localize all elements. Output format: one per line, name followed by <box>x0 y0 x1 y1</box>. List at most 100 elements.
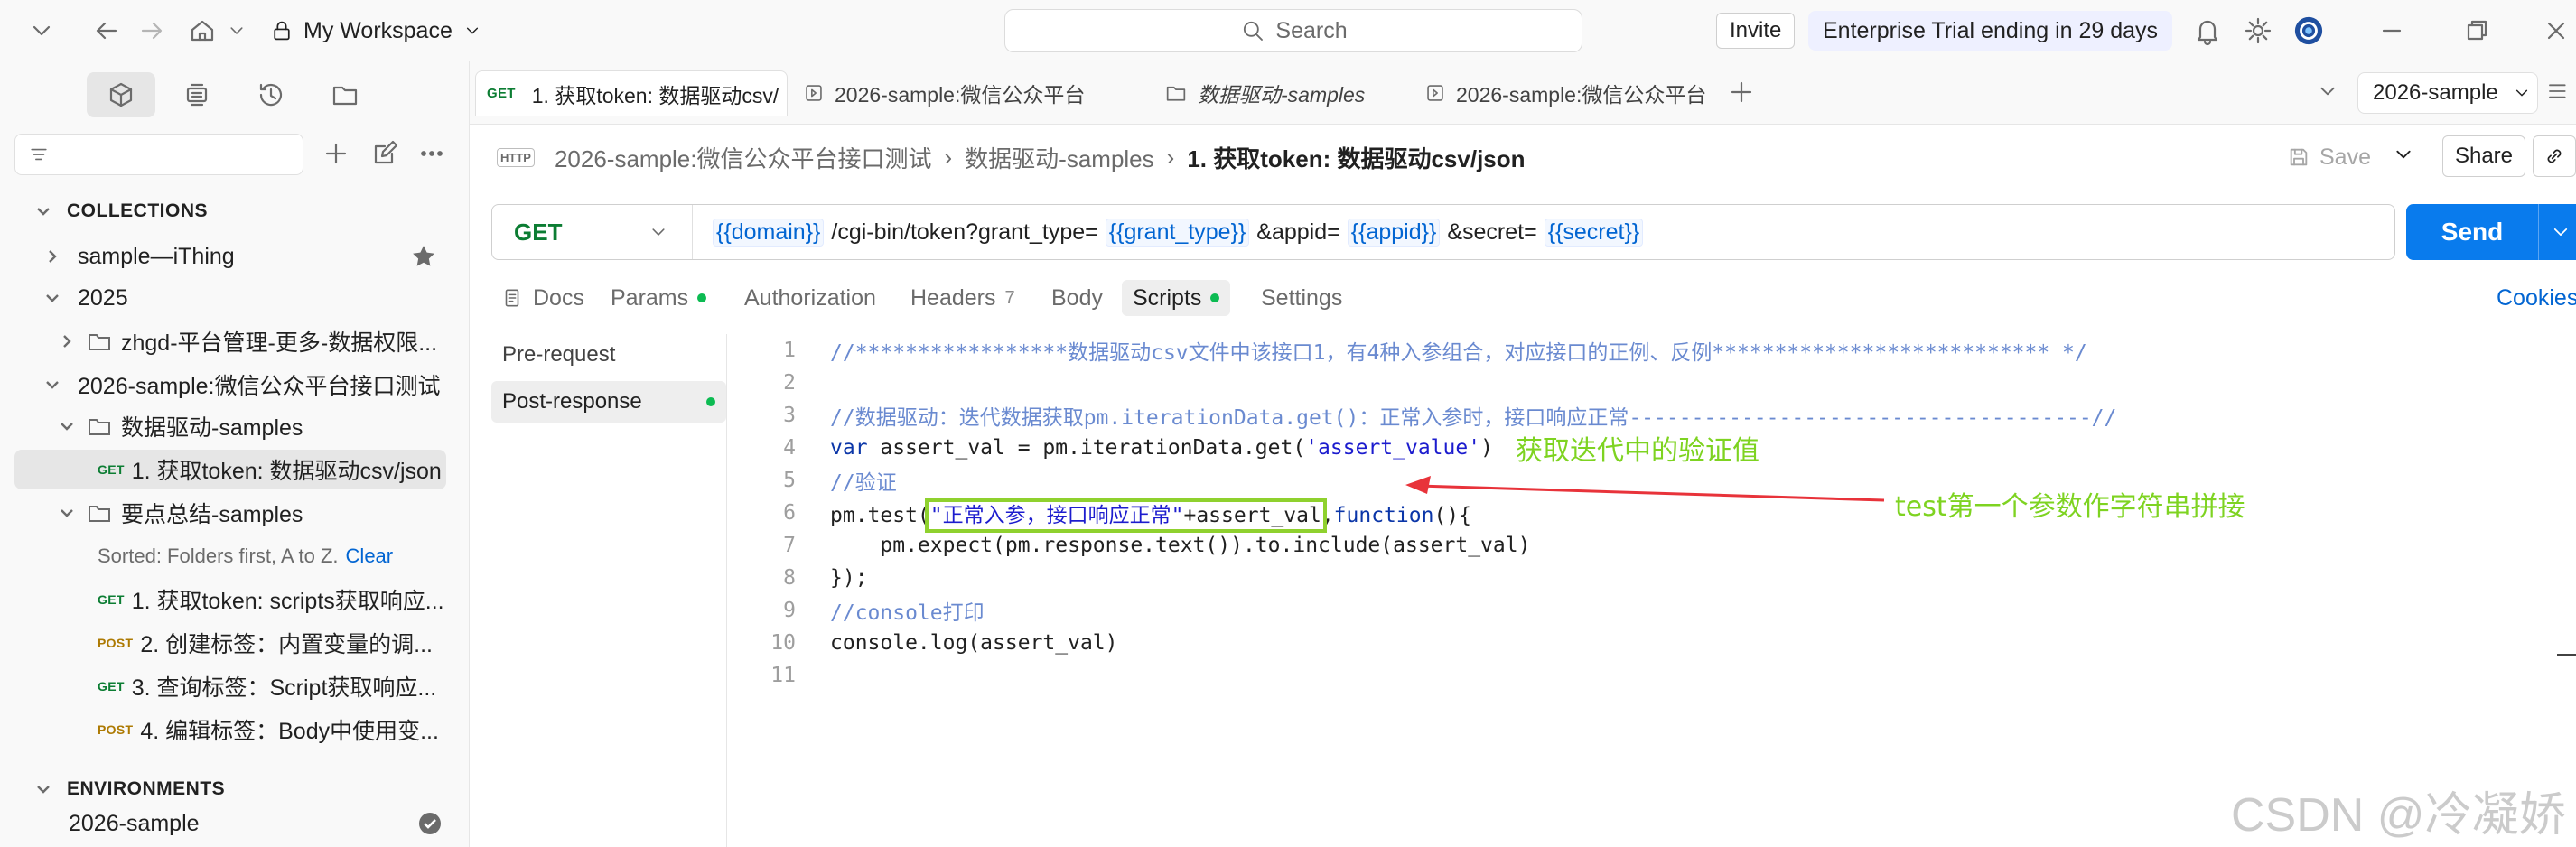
environment-quick-look-icon[interactable] <box>2545 78 2572 105</box>
save-button[interactable]: Save <box>2285 139 2371 175</box>
send-button[interactable]: Send <box>2406 204 2576 260</box>
script-editor[interactable]: 1 //*****************数据驱动csv文件中该接口1，有4种入… <box>726 334 2576 847</box>
url-path: /cgi-bin/token?grant_type= <box>831 219 1098 245</box>
tab-headers-label: Headers <box>910 284 996 311</box>
sidebar-tab-environments[interactable] <box>163 72 231 117</box>
tab-scripts[interactable]: Scripts <box>1122 280 1231 316</box>
tree-item-label: 1. 获取token: 数据驱动csv/json <box>131 459 442 484</box>
sidebar-tab-history[interactable] <box>237 72 305 117</box>
more-options-icon[interactable] <box>415 137 448 170</box>
breadcrumb-collection[interactable]: 2026-sample:微信公众平台接口测试 <box>555 141 932 174</box>
tab-collection-2026[interactable]: 2026-sample:微信公众平台 <box>791 70 1104 116</box>
page-title[interactable]: 1. 获取token: 数据驱动csv/json <box>1187 141 1525 174</box>
tree-item-create-tag[interactable]: POST 2. 创建标签：内置变量的调... <box>14 623 446 663</box>
url-var-appid[interactable]: {{appid}} <box>1347 218 1441 247</box>
tab-headers[interactable]: Headers 7 <box>910 280 1015 316</box>
new-tab-plus-icon[interactable] <box>1725 76 1758 108</box>
copy-link-button[interactable] <box>2533 135 2576 177</box>
home-icon[interactable] <box>184 13 220 49</box>
forward-arrow-icon[interactable] <box>134 13 170 49</box>
star-icon[interactable] <box>410 243 437 270</box>
tab-params-label: Params <box>611 284 689 311</box>
global-search[interactable]: Search <box>1004 9 1582 52</box>
restore-icon[interactable] <box>2459 13 2495 49</box>
method-badge: POST <box>98 722 134 737</box>
clear-sort-link[interactable]: Clear <box>346 544 394 567</box>
invite-button[interactable]: Invite <box>1716 13 1796 49</box>
tab-authorization[interactable]: Authorization <box>744 280 876 316</box>
close-icon[interactable] <box>2538 13 2574 49</box>
tab-settings-label: Settings <box>1261 284 1343 311</box>
tree-item-get-token-scripts[interactable]: GET 1. 获取token: scripts获取响应... <box>14 580 446 619</box>
tree-item-zhgd[interactable]: zhgd-平台管理-更多-数据权限... <box>14 321 446 361</box>
search-icon <box>1244 21 1264 41</box>
sidebar-tab-collections[interactable] <box>87 72 155 117</box>
workspace-switcher[interactable]: My Workspace <box>269 13 483 49</box>
tree-item-summary-samples[interactable]: 要点总结-samples <box>14 493 446 533</box>
post-response-tab[interactable]: Post-response <box>491 381 726 423</box>
tree-item-edit-tag[interactable]: POST 4. 编辑标签：Body中使用变... <box>14 710 446 749</box>
tab-collection-2026-second[interactable]: 2026-sample:微信公众平台 <box>1413 70 1725 116</box>
breadcrumb-folder[interactable]: 数据驱动-samples <box>965 141 1153 174</box>
pre-request-tab[interactable]: Pre-request <box>491 334 726 376</box>
minimize-icon[interactable] <box>2374 13 2410 49</box>
tab-get-token-csv[interactable]: GET 1. 获取token: 数据驱动csv/ <box>475 70 788 116</box>
send-split-divider <box>2538 204 2539 260</box>
tree-item-data-driven-samples[interactable]: 数据驱动-samples <box>14 406 446 446</box>
edit-icon[interactable] <box>369 137 401 170</box>
home-chevron-icon[interactable] <box>219 13 255 49</box>
tab-folder-data-driven[interactable]: 数据驱动-samples <box>1153 70 1423 116</box>
bell-icon[interactable] <box>2189 13 2226 49</box>
tab-settings[interactable]: Settings <box>1261 280 1342 316</box>
gear-icon[interactable] <box>2240 13 2276 49</box>
code-text: assert_val = pm.iterationData.get( <box>867 436 1306 460</box>
tab-params[interactable]: Params <box>611 280 707 316</box>
code-text: +assert_val <box>1183 504 1321 527</box>
tree-item-get-token-csv-json[interactable]: GET 1. 获取token: 数据驱动csv/json <box>14 450 446 489</box>
method-select[interactable]: GET <box>492 205 693 259</box>
send-options-chevron-icon[interactable] <box>2548 219 2573 245</box>
url-input[interactable]: {{domain}} /cgi-bin/token?grant_type= {{… <box>693 218 1644 247</box>
add-icon[interactable] <box>320 137 352 170</box>
environment-selector[interactable]: 2026-sample <box>2357 72 2538 114</box>
cookies-link[interactable]: Cookies <box>2497 280 2576 316</box>
sidebar-tab-files[interactable] <box>311 72 379 117</box>
filter-input[interactable] <box>14 134 303 175</box>
save-options-chevron-icon[interactable] <box>2390 141 2417 168</box>
avatar[interactable] <box>2291 13 2327 49</box>
share-button[interactable]: Share <box>2442 135 2525 177</box>
tab-docs[interactable]: Docs <box>500 280 584 316</box>
save-icon <box>2290 148 2308 166</box>
back-arrow-icon[interactable] <box>89 13 125 49</box>
tree-item-2026-sample[interactable]: 2026-sample:微信公众平台接口测试 <box>14 365 446 405</box>
docs-icon <box>505 289 519 307</box>
environments-header[interactable]: ENVIRONMENTS <box>33 778 225 800</box>
collections-header[interactable]: COLLECTIONS <box>33 200 208 222</box>
headers-count: 7 <box>1004 287 1015 308</box>
app-menu-chevron-icon[interactable] <box>23 13 60 49</box>
code-text: pm.expect(pm.response.text()).to.include… <box>830 534 1531 557</box>
method-badge: GET <box>98 592 125 607</box>
folder-icon <box>89 419 110 435</box>
code-keyword: var <box>830 436 868 460</box>
tree-item-2025[interactable]: 2025 <box>14 278 446 318</box>
sorted-text: Sorted: Folders first, A to Z. <box>98 544 339 567</box>
trial-banner[interactable]: Enterprise Trial ending in 29 days <box>1808 11 2173 51</box>
url-var-grant-type[interactable]: {{grant_type}} <box>1105 218 1250 247</box>
send-label: Send <box>2441 218 2504 246</box>
line-number: 2 <box>783 371 796 395</box>
tree-item-sample-ithing[interactable]: sample—iThing <box>14 237 446 276</box>
url-var-domain[interactable]: {{domain}} <box>713 218 825 247</box>
environment-item[interactable]: 2026-sample <box>14 804 446 843</box>
code-line: 1 //*****************数据驱动csv文件中该接口1，有4种入… <box>727 334 2087 367</box>
code-text: }); <box>830 566 868 590</box>
url-param-appid: &appid= <box>1256 219 1340 245</box>
url-var-secret[interactable]: {{secret}} <box>1544 218 1644 247</box>
tabs-overflow-chevron-icon[interactable] <box>2314 78 2341 105</box>
scrollbar-marker[interactable] <box>2557 654 2576 656</box>
code-string: "正常入参，接口响应正常" <box>929 504 1184 527</box>
save-label: Save <box>2319 144 2371 170</box>
line-number: 1 <box>783 339 796 362</box>
tree-item-query-tag[interactable]: GET 3. 查询标签：Script获取响应... <box>14 666 446 706</box>
tab-body[interactable]: Body <box>1051 280 1103 316</box>
